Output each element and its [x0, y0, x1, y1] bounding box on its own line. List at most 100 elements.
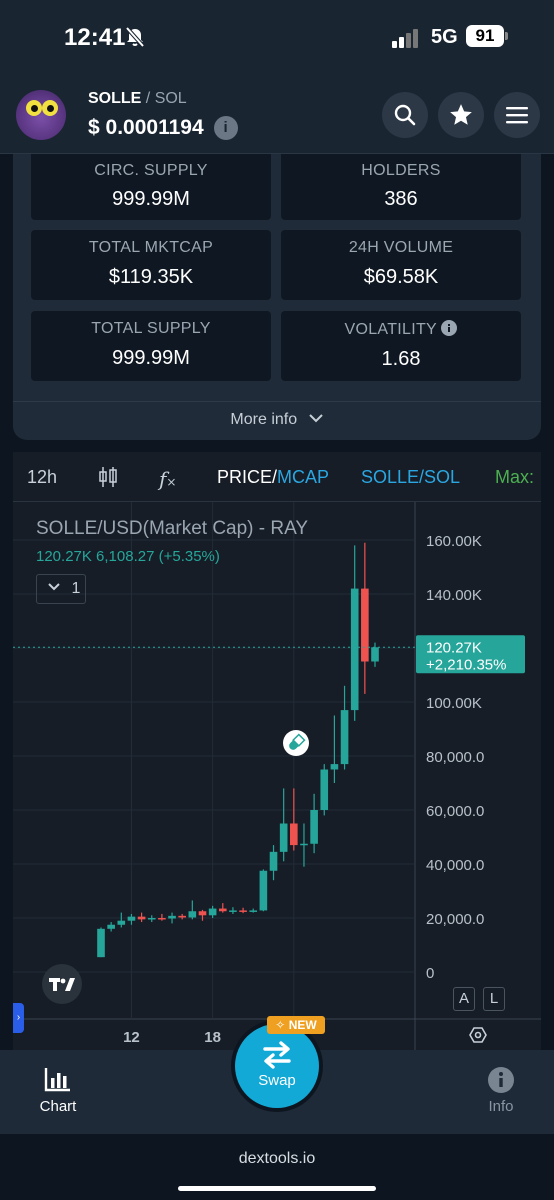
y-tick-label: 40,000.0: [426, 857, 484, 874]
candle-body: [137, 916, 146, 920]
info-icon: [488, 1067, 514, 1093]
url-text: dextools.io: [238, 1150, 316, 1167]
candle-body: [229, 910, 237, 912]
candle-body: [310, 810, 318, 844]
avatar-eye-left: [26, 100, 42, 116]
y-tick-label: 100.00K: [426, 695, 482, 712]
stat-value: $69.58K: [363, 266, 439, 288]
candle-body: [208, 908, 217, 916]
y-tick-label: 20,000.0: [426, 911, 484, 928]
chevron-down-icon: [48, 583, 60, 591]
auto-scale-button[interactable]: A: [453, 987, 475, 1011]
network-type: 5G: [431, 26, 458, 48]
nav-chart[interactable]: Chart: [18, 1066, 98, 1115]
chevron-down-icon: [308, 414, 323, 423]
search-button[interactable]: [382, 92, 428, 138]
candle-body: [350, 588, 359, 711]
more-info-button[interactable]: More info: [13, 401, 541, 440]
status-bar: 12:41 5G 91: [0, 0, 554, 76]
candle-body: [340, 710, 349, 765]
search-icon: [394, 104, 416, 126]
swap-label: Swap: [258, 1072, 296, 1089]
volatility-label: VOLATILITY: [344, 321, 437, 338]
stat-value: 999.99M: [112, 188, 190, 210]
candle-body: [239, 910, 247, 912]
battery-tip: [505, 32, 508, 40]
candle-body: [168, 915, 176, 919]
log-scale-button[interactable]: L: [483, 987, 505, 1011]
layers-count: 1: [71, 580, 81, 597]
side-drawer-tab[interactable]: ›: [13, 1003, 24, 1033]
avatar-eye-right: [42, 100, 58, 116]
candle-body: [178, 915, 186, 918]
settings-hex-icon[interactable]: [469, 1026, 487, 1044]
stat-label: TOTAL SUPPLY: [91, 320, 211, 337]
candle-body: [361, 588, 369, 662]
token-avatar[interactable]: [16, 90, 66, 140]
info-icon[interactable]: [441, 320, 458, 336]
new-badge-label: NEW: [288, 1018, 317, 1032]
token-price: $ 0.0001194 i: [88, 116, 238, 140]
candle-body: [218, 908, 227, 912]
candle-body: [330, 764, 339, 770]
stat-total-supply: TOTAL SUPPLY 999.99M: [31, 311, 271, 381]
layers-toggle[interactable]: 1: [36, 574, 86, 604]
status-time: 12:41: [64, 24, 126, 51]
stat-24h-volume: 24H VOLUME $69.58K: [281, 230, 521, 300]
candle-body: [269, 851, 278, 871]
stat-volatility: VOLATILITY 1.68: [281, 311, 521, 381]
pair-separator: /: [141, 90, 155, 107]
pair-name: SOLLE / SOL: [88, 90, 187, 108]
chart-title: SOLLE/USD(Market Cap) - RAY: [36, 518, 309, 539]
stat-circ-supply: CIRC. SUPPLY 999.99M: [31, 154, 271, 220]
candle-body: [320, 769, 329, 810]
favorite-button[interactable]: [438, 92, 484, 138]
nav-info[interactable]: Info: [461, 1066, 541, 1115]
pair-quote: SOL: [154, 90, 187, 107]
stat-label: TOTAL MKTCAP: [88, 239, 214, 256]
token-header: SOLLE / SOL $ 0.0001194 i: [0, 76, 554, 154]
chart-area[interactable]: 12h f× PRICE/MCAP SOLLE/SOL Max: 160.00K…: [13, 452, 541, 1050]
bar-chart-icon: [44, 1068, 70, 1092]
price-info-icon[interactable]: i: [213, 116, 238, 140]
candle-body: [188, 911, 197, 918]
x-tick-label: 18: [204, 1029, 221, 1046]
more-info-label: More info: [230, 411, 298, 428]
x-tick-label: 12: [123, 1029, 140, 1046]
stat-value: 999.99M: [112, 347, 190, 369]
home-indicator[interactable]: [178, 1186, 376, 1191]
pair-base: SOLLE: [88, 90, 142, 107]
swap-arrows-icon: [263, 1041, 291, 1069]
menu-button[interactable]: [494, 92, 540, 138]
tradingview-logo[interactable]: [42, 964, 82, 1004]
candle-body: [259, 870, 268, 911]
signal-icon: [392, 29, 418, 48]
candle-body: [279, 823, 288, 852]
y-tick-label: 160.00K: [426, 533, 482, 550]
y-tick-label: 80,000.0: [426, 749, 484, 766]
browser-url-bar[interactable]: dextools.io: [0, 1134, 554, 1200]
candle-body: [147, 918, 156, 920]
stat-value: 386: [384, 188, 418, 210]
pill-icon: [289, 733, 306, 750]
stat-value: $119.35K: [108, 266, 194, 288]
candle-body: [158, 918, 166, 920]
token-stats-panel: CIRC. SUPPLY 999.99M HOLDERS 386 TOTAL M…: [13, 154, 541, 440]
stat-label: 24H VOLUME: [348, 239, 454, 256]
candlestick-chart[interactable]: 160.00K140.00K120.00K100.00K80,000.060,0…: [13, 452, 541, 1050]
candle-body: [300, 843, 308, 846]
pill-marker-icon[interactable]: [283, 730, 309, 756]
y-tick-label: 60,000.0: [426, 803, 484, 820]
y-tick-label: 140.00K: [426, 587, 482, 604]
stat-holders: HOLDERS 386: [281, 154, 521, 220]
candle-body: [97, 928, 105, 958]
hamburger-icon: [506, 107, 528, 124]
candle-body: [290, 823, 298, 846]
last-price-label: 120.27K: [426, 639, 482, 656]
swap-button[interactable]: Swap: [235, 1024, 319, 1108]
candle-body: [198, 911, 207, 916]
candle-body: [117, 920, 126, 925]
y-tick-label: 0: [426, 965, 434, 982]
stat-total-mktcap: TOTAL MKTCAP $119.35K: [31, 230, 271, 300]
new-badge: ✧ NEW: [267, 1016, 325, 1034]
